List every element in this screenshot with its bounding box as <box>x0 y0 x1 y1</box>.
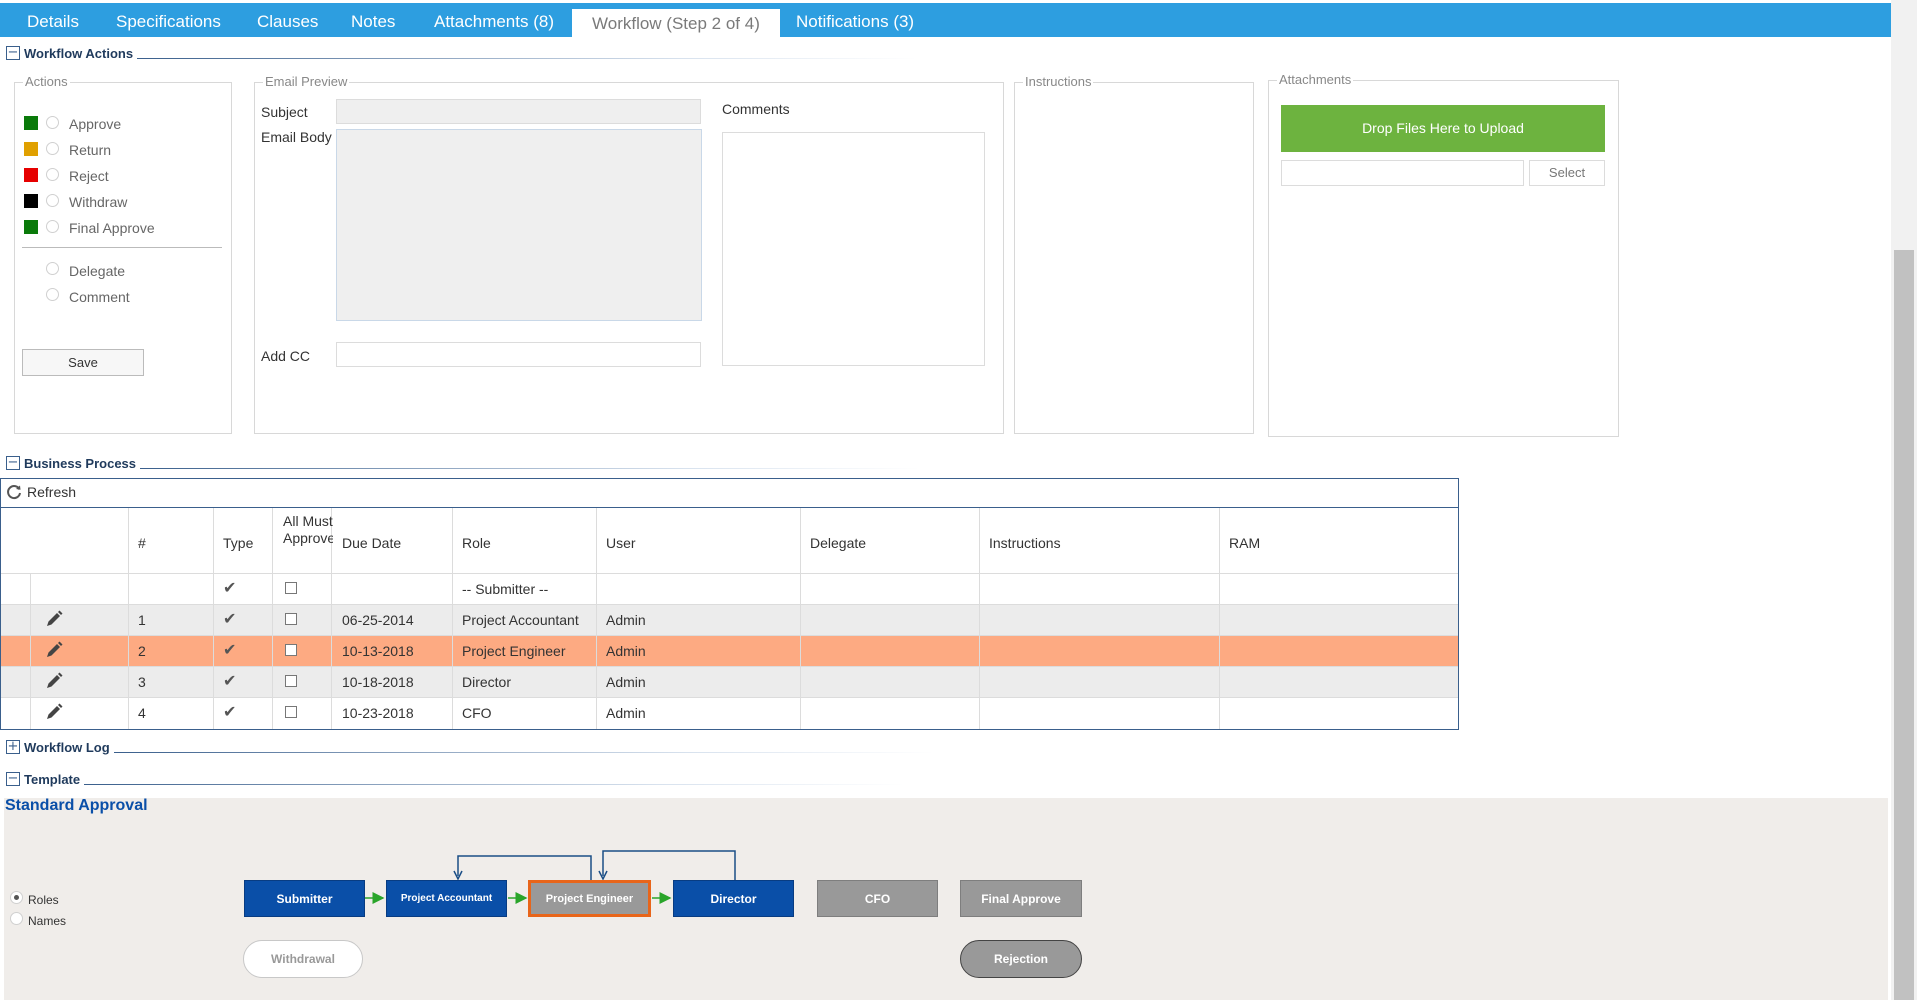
node-director[interactable]: Director <box>673 880 794 917</box>
return-arrow <box>602 850 736 880</box>
node-cfo[interactable]: CFO <box>817 880 938 917</box>
rejection-node[interactable]: Rejection <box>960 940 1082 978</box>
node-submitter[interactable]: Submitter <box>244 880 365 917</box>
return-arrow <box>457 855 592 880</box>
node-project-engineer[interactable]: Project Engineer <box>528 880 651 917</box>
node-final-approve[interactable]: Final Approve <box>960 880 1082 917</box>
withdrawal-node[interactable]: Withdrawal <box>243 940 363 978</box>
node-project-accountant[interactable]: Project Accountant <box>386 880 507 917</box>
workflow-connectors <box>364 850 736 904</box>
